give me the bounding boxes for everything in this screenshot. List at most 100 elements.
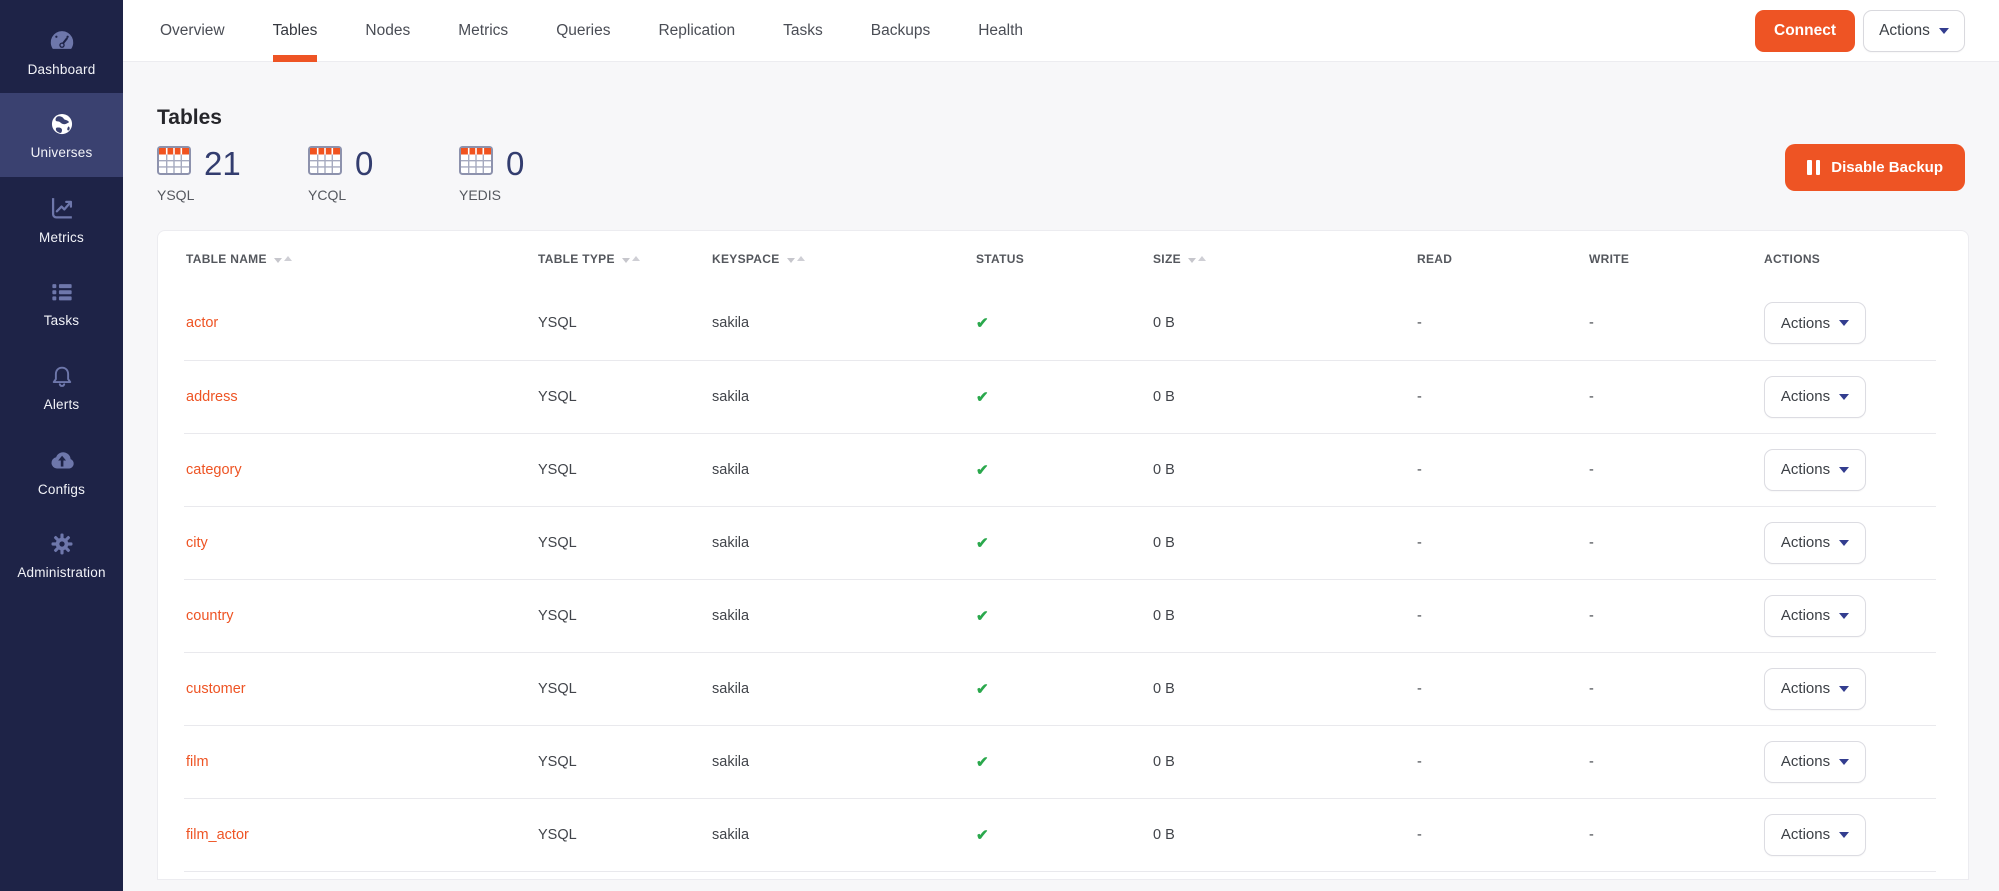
sidebar-item-administration[interactable]: Administration	[0, 513, 123, 597]
status-ok-icon: ✔	[976, 535, 989, 552]
tab-queries[interactable]: Queries	[556, 0, 610, 62]
dashboard-gauge-icon	[47, 25, 77, 55]
table-name-link[interactable]: category	[186, 462, 242, 478]
row-actions-button[interactable]: Actions	[1764, 668, 1866, 710]
disable-backup-label: Disable Backup	[1831, 159, 1943, 176]
col-header-table-type[interactable]: TABLE TYPE	[536, 231, 710, 287]
table-name-link[interactable]: film	[186, 754, 209, 770]
sidebar-item-label: Universes	[31, 145, 93, 160]
row-actions-button[interactable]: Actions	[1764, 302, 1866, 344]
sidebar-item-universes[interactable]: Universes	[0, 93, 123, 177]
table-type-cell: YSQL	[536, 433, 710, 506]
tab-health[interactable]: Health	[978, 0, 1023, 62]
table-row: customer YSQL sakila ✔ 0 B - - Actions	[184, 652, 1936, 725]
sidebar-item-alerts[interactable]: Alerts	[0, 345, 123, 429]
sidebar-item-label: Tasks	[44, 313, 80, 328]
tab-tasks[interactable]: Tasks	[783, 0, 823, 62]
size-cell: 0 B	[1151, 506, 1415, 579]
row-actions-button[interactable]: Actions	[1764, 376, 1866, 418]
table-row: film YSQL sakila ✔ 0 B - - Actions	[184, 725, 1936, 798]
sidebar-item-metrics[interactable]: Metrics	[0, 177, 123, 261]
row-actions-button[interactable]: Actions	[1764, 522, 1866, 564]
status-ok-icon: ✔	[976, 827, 989, 844]
table-grid-icon	[308, 146, 342, 180]
size-cell: 0 B	[1151, 360, 1415, 433]
tab-nodes[interactable]: Nodes	[365, 0, 410, 62]
disable-backup-button[interactable]: Disable Backup	[1785, 144, 1965, 191]
keyspace-cell: sakila	[710, 506, 974, 579]
sort-icons[interactable]	[622, 258, 640, 263]
yedis-label: YEDIS	[459, 187, 610, 203]
keyspace-cell: sakila	[710, 579, 974, 652]
ysql-count: 21	[204, 147, 241, 180]
col-header-table-name[interactable]: TABLE NAME	[184, 231, 536, 287]
write-cell: -	[1587, 798, 1762, 871]
tab-backups[interactable]: Backups	[871, 0, 930, 62]
gear-icon	[48, 530, 76, 558]
row-actions-button[interactable]: Actions	[1764, 814, 1866, 856]
write-cell: -	[1587, 725, 1762, 798]
table-type-cell: YSQL	[536, 652, 710, 725]
table-grid-icon	[157, 146, 191, 180]
table-type-cell: YSQL	[536, 725, 710, 798]
read-cell: -	[1415, 506, 1587, 579]
col-header-actions: ACTIONS	[1762, 231, 1936, 287]
write-cell: -	[1587, 652, 1762, 725]
chevron-down-icon	[1839, 613, 1849, 619]
tab-tables[interactable]: Tables	[273, 0, 318, 62]
table-row: film_actor YSQL sakila ✔ 0 B - - Actions	[184, 798, 1936, 871]
sidebar-item-label: Administration	[17, 565, 105, 580]
table-name-link[interactable]: film_actor	[186, 827, 249, 843]
table-name-link[interactable]: address	[186, 389, 238, 405]
globe-icon	[48, 110, 76, 138]
row-actions-button[interactable]: Actions	[1764, 741, 1866, 783]
col-header-keyspace[interactable]: KEYSPACE	[710, 231, 974, 287]
table-name-link[interactable]: actor	[186, 315, 218, 331]
row-actions-button[interactable]: Actions	[1764, 595, 1866, 637]
sidebar-item-label: Configs	[38, 482, 85, 497]
sidebar-item-tasks[interactable]: Tasks	[0, 261, 123, 345]
table-row: category YSQL sakila ✔ 0 B - - Actions	[184, 433, 1936, 506]
table-name-link[interactable]: city	[186, 535, 208, 551]
read-cell: -	[1415, 433, 1587, 506]
table-type-cell: YSQL	[536, 506, 710, 579]
connect-button[interactable]: Connect	[1755, 10, 1855, 52]
universe-actions-button[interactable]: Actions	[1863, 10, 1965, 52]
size-cell: 0 B	[1151, 433, 1415, 506]
sidebar-item-dashboard[interactable]: Dashboard	[0, 9, 123, 93]
table-name-link[interactable]: customer	[186, 681, 246, 697]
table-grid-icon	[459, 146, 493, 180]
keyspace-cell: sakila	[710, 798, 974, 871]
size-cell: 0 B	[1151, 579, 1415, 652]
table-row: actor YSQL sakila ✔ 0 B - - Actions	[184, 287, 1936, 360]
universe-tabs: Overview Tables Nodes Metrics Queries Re…	[160, 0, 1023, 62]
table-name-link[interactable]: country	[186, 608, 234, 624]
sort-icons[interactable]	[787, 258, 805, 263]
tab-overview[interactable]: Overview	[160, 0, 225, 62]
sidebar-item-label: Metrics	[39, 230, 84, 245]
keyspace-cell: sakila	[710, 725, 974, 798]
ycql-label: YCQL	[308, 187, 459, 203]
read-cell: -	[1415, 798, 1587, 871]
col-header-size[interactable]: SIZE	[1151, 231, 1415, 287]
table-row: city YSQL sakila ✔ 0 B - - Actions	[184, 506, 1936, 579]
status-ok-icon: ✔	[976, 389, 989, 406]
row-actions-button[interactable]: Actions	[1764, 449, 1866, 491]
write-cell: -	[1587, 433, 1762, 506]
write-cell: -	[1587, 506, 1762, 579]
write-cell: -	[1587, 360, 1762, 433]
stat-ycql: 0 YCQL	[308, 146, 459, 203]
stat-ysql: 21 YSQL	[157, 146, 308, 203]
write-cell: -	[1587, 579, 1762, 652]
tab-replication[interactable]: Replication	[658, 0, 735, 62]
sort-icons[interactable]	[274, 258, 292, 263]
sidebar-item-configs[interactable]: Configs	[0, 429, 123, 513]
tab-metrics[interactable]: Metrics	[458, 0, 508, 62]
chevron-down-icon	[1839, 320, 1849, 326]
yugabyte-admin-console: Dashboard Universes Metri	[0, 0, 1999, 891]
read-cell: -	[1415, 360, 1587, 433]
status-ok-icon: ✔	[976, 315, 989, 332]
metrics-chart-icon	[47, 193, 77, 223]
read-cell: -	[1415, 652, 1587, 725]
sort-icons[interactable]	[1188, 258, 1206, 263]
